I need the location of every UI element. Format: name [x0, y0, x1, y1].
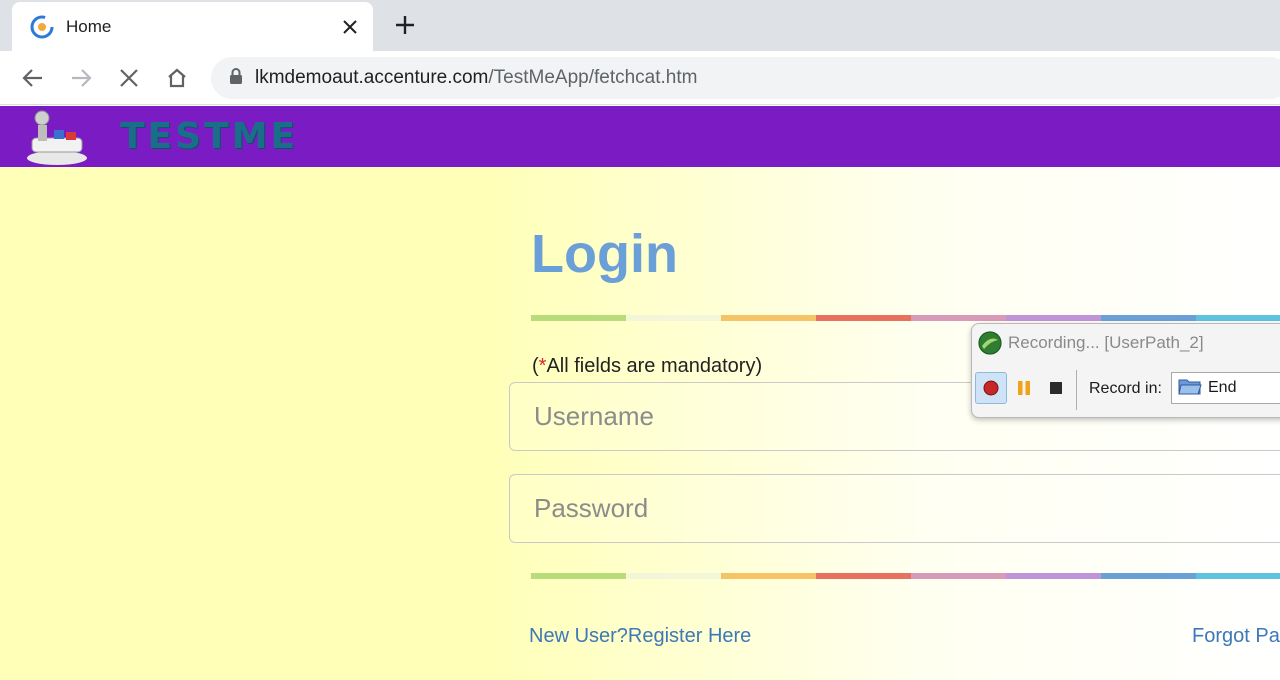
address-bar[interactable]: lkmdemoaut.accenture.com/TestMeApp/fetch…: [211, 57, 1280, 99]
new-tab-plus-icon[interactable]: [390, 10, 420, 40]
folder-icon: [1178, 376, 1202, 401]
stop-loading-icon[interactable]: [110, 59, 148, 97]
testme-mascot-logo-icon[interactable]: [24, 108, 90, 166]
mandatory-note: (*All fields are mandatory): [532, 355, 763, 377]
record-in-select[interactable]: End: [1171, 372, 1280, 404]
record-button-icon[interactable]: [975, 372, 1007, 404]
stop-button-icon[interactable]: [1040, 372, 1072, 404]
toolbar-separator: [1076, 370, 1077, 410]
login-heading: Login: [531, 224, 678, 284]
browser-tab-home[interactable]: Home: [12, 2, 373, 51]
tab-title: Home: [66, 16, 112, 36]
bottom-color-divider: [531, 573, 1280, 579]
tab-close-icon[interactable]: [333, 10, 367, 44]
top-color-divider: [531, 315, 1280, 321]
record-in-value: End: [1208, 379, 1237, 396]
url-host: lkmdemoaut.accenture.com: [255, 67, 489, 88]
pause-button-icon[interactable]: [1008, 372, 1040, 404]
recording-header: Recording... [UserPath_2]: [978, 329, 1204, 357]
browser-toolbar: lkmdemoaut.accenture.com/TestMeApp/fetch…: [0, 51, 1280, 105]
site-logo-text[interactable]: TESTME: [120, 116, 298, 157]
forward-arrow-icon[interactable]: [62, 59, 100, 97]
password-input[interactable]: Password: [509, 474, 1280, 543]
back-arrow-icon[interactable]: [14, 59, 52, 97]
forgot-password-link[interactable]: Forgot Pa: [1192, 625, 1280, 648]
login-section: Login (*All fields are mandatory) Userna…: [0, 167, 1280, 680]
recording-title: Recording... [UserPath_2]: [1008, 333, 1204, 352]
lock-icon: [229, 67, 243, 89]
browser-tabstrip: Home: [0, 0, 1280, 51]
recorder-app-logo-icon: [978, 331, 1002, 355]
home-icon[interactable]: [158, 59, 196, 97]
password-placeholder: Password: [534, 493, 649, 523]
register-link[interactable]: New User?Register Here: [529, 625, 751, 648]
recording-toolbar-window[interactable]: Recording... [UserPath_2] Record in: End: [971, 323, 1280, 418]
site-header: TESTME: [0, 106, 1280, 167]
url-path: /TestMeApp/fetchcat.htm: [488, 67, 698, 88]
site-favicon-icon: [30, 15, 54, 39]
username-placeholder: Username: [534, 401, 654, 431]
record-in-label: Record in:: [1089, 380, 1162, 397]
